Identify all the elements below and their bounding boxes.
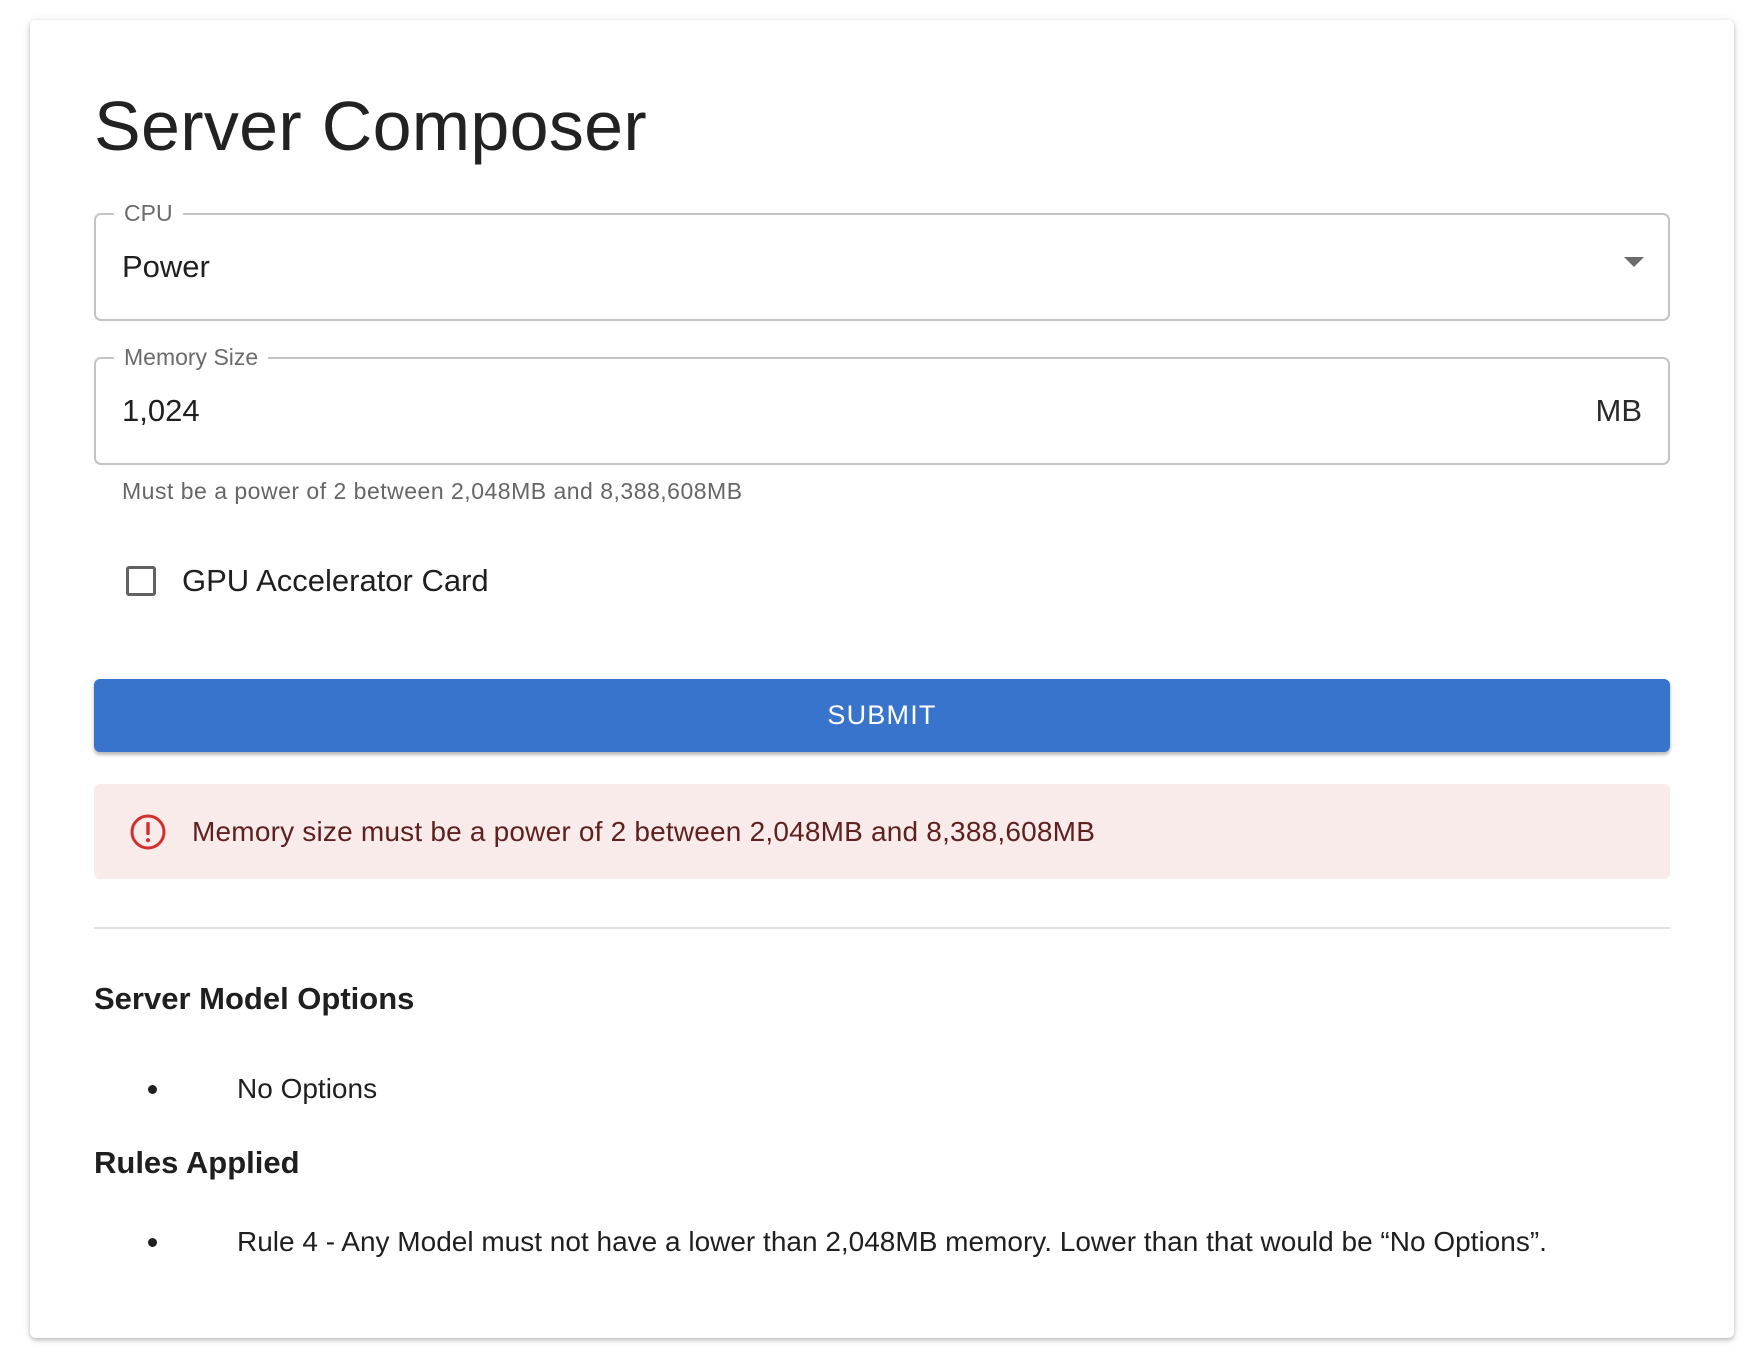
memory-unit-adornment: MB: [1595, 393, 1643, 428]
rules-applied-heading: Rules Applied: [94, 1145, 300, 1180]
memory-size-label: Memory Size: [114, 342, 269, 372]
rule-text: Rule 4 - Any Model must not have a lower…: [237, 1226, 1547, 1257]
server-model-options-heading: Server Model Options: [94, 981, 415, 1016]
divider: [94, 927, 1670, 929]
error-outline-icon: [130, 814, 166, 849]
cpu-label: CPU: [114, 198, 183, 228]
memory-size-field[interactable]: Memory Size 1,024 MB: [94, 342, 1670, 465]
list-item: Rule 4 - Any Model must not have a lower…: [94, 1225, 1547, 1259]
error-alert: Memory size must be a power of 2 between…: [94, 784, 1670, 879]
gpu-checkbox-row[interactable]: GPU Accelerator Card: [94, 556, 489, 606]
submit-button[interactable]: SUBMIT: [94, 679, 1670, 752]
page-title: Server Composer: [94, 87, 648, 165]
memory-size-input[interactable]: 1,024: [122, 393, 200, 429]
gpu-checkbox[interactable]: [126, 566, 156, 596]
cpu-select[interactable]: CPU Power: [94, 198, 1670, 321]
rules-applied-list: Rule 4 - Any Model must not have a lower…: [94, 1225, 1547, 1259]
cpu-selected-value: Power: [122, 249, 210, 284]
option-text: No Options: [237, 1073, 378, 1104]
list-item: No Options: [94, 1072, 377, 1106]
bullet-icon: [148, 1085, 157, 1094]
server-model-options-list: No Options: [94, 1072, 377, 1106]
arrow-drop-down-icon[interactable]: [1624, 257, 1644, 267]
bullet-icon: [148, 1238, 157, 1247]
server-composer-card: Server Composer CPU Power Memory Size 1,…: [30, 20, 1734, 1338]
gpu-checkbox-label[interactable]: GPU Accelerator Card: [182, 563, 489, 599]
memory-helper-text: Must be a power of 2 between 2,048MB and…: [122, 478, 743, 504]
error-message: Memory size must be a power of 2 between…: [192, 815, 1096, 847]
